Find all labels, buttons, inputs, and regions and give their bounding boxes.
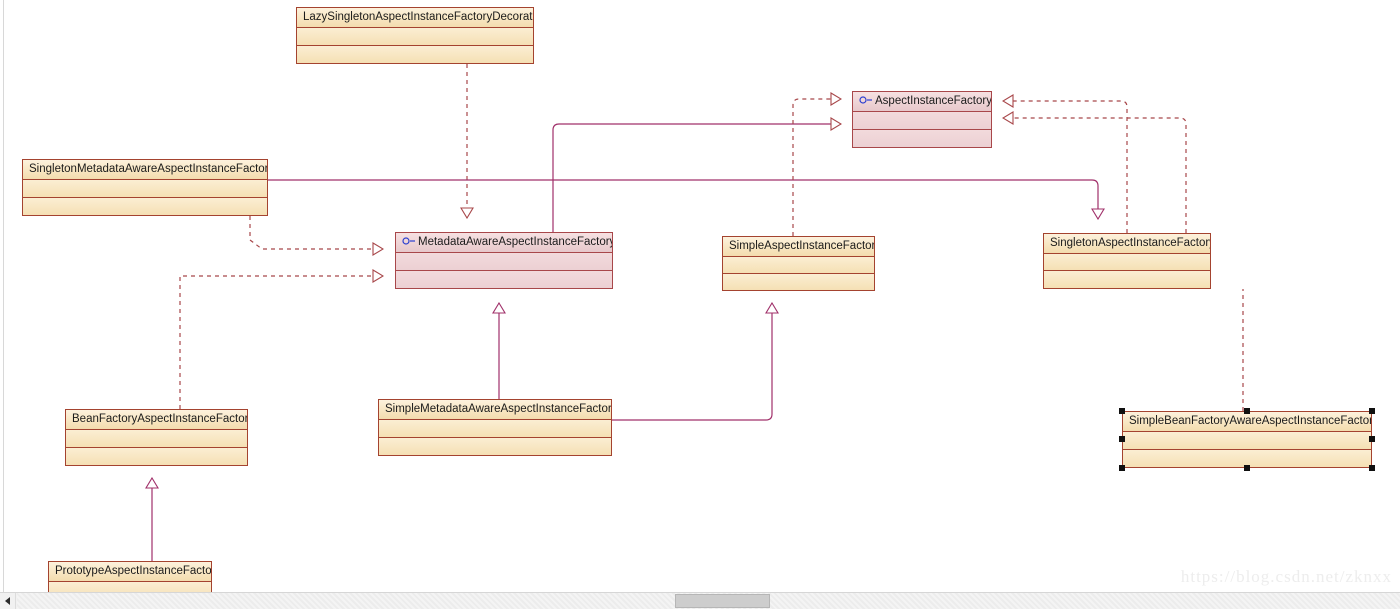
relationship-connector-layer — [0, 64, 1244, 561]
uml-diagram-editor: LazySingletonAspectInstanceFactoryDecora… — [0, 0, 1400, 609]
selection-handle-se[interactable] — [1369, 465, 1375, 471]
class-operations-compartment — [723, 274, 874, 290]
relation-singletonmeta-to-metadata — [249, 216, 383, 249]
class-attributes-compartment — [723, 257, 874, 274]
class-operations-compartment — [853, 130, 991, 147]
class-box-singleton-aspect-instance-factory[interactable]: SingletonAspectInstanceFactory — [1043, 233, 1211, 289]
class-attributes-compartment — [853, 112, 991, 130]
class-box-simple-metadata-aware-aspect-instance-factory[interactable]: SimpleMetadataAwareAspectInstanceFactory — [378, 399, 612, 456]
scroll-left-arrow-icon[interactable] — [0, 593, 16, 609]
selection-handle-w[interactable] — [1119, 436, 1125, 442]
watermark-text: https://blog.csdn.net/zknxx — [1180, 567, 1392, 586]
class-header: SimpleAspectInstanceFactory — [723, 237, 874, 257]
selection-handle-s[interactable] — [1244, 465, 1250, 471]
interface-icon — [402, 237, 415, 245]
class-name-label: AspectInstanceFactory — [875, 95, 991, 107]
class-header: PrototypeAspectInstanceFactory — [49, 562, 211, 582]
class-header: SingletonMetadataAwareAspectInstanceFact… — [23, 160, 267, 180]
class-operations-compartment — [66, 448, 247, 465]
relation-simplemeta-to-simpleaspect — [612, 303, 772, 421]
class-box-singleton-metadata-aware-aspect-instance-factory[interactable]: SingletonMetadataAwareAspectInstanceFact… — [22, 159, 268, 216]
class-header: SimpleBeanFactoryAwareAspectInstanceFact… — [1123, 412, 1371, 432]
class-header: MetadataAwareAspectInstanceFactory — [396, 233, 612, 253]
selection-handle-ne[interactable] — [1369, 408, 1375, 414]
class-name-label: SimpleMetadataAwareAspectInstanceFactory — [385, 403, 611, 415]
class-attributes-compartment — [1044, 254, 1210, 271]
class-box-lazy-singleton-aspect-instance-factory-decorator[interactable]: LazySingletonAspectInstanceFactoryDecora… — [296, 7, 534, 64]
class-operations-compartment — [396, 271, 612, 288]
class-operations-compartment — [297, 46, 533, 63]
interface-icon — [859, 96, 872, 104]
selection-handle-sw[interactable] — [1119, 465, 1125, 471]
class-box-bean-factory-aspect-instance-factory[interactable]: BeanFactoryAspectInstanceFactory — [65, 409, 248, 466]
class-operations-compartment — [23, 198, 267, 215]
relation-beanfactory-to-metadata — [179, 276, 383, 409]
class-box-simple-bean-factory-aware-aspect-instance-factory[interactable]: SimpleBeanFactoryAwareAspectInstanceFact… — [1122, 411, 1372, 468]
relation-singleton-to-aspect — [1003, 101, 1128, 233]
class-operations-compartment — [379, 438, 611, 455]
class-attributes-compartment — [396, 253, 612, 271]
class-attributes-compartment — [1123, 432, 1371, 450]
selection-handle-n[interactable] — [1244, 408, 1250, 414]
relation-simpleaspect-to-aspect — [792, 99, 841, 236]
relation-metadata-to-aspect — [552, 124, 841, 232]
class-name-label: SingletonAspectInstanceFactory — [1050, 237, 1210, 249]
horizontal-scrollbar[interactable] — [0, 592, 1400, 609]
class-attributes-compartment — [297, 28, 533, 46]
scrollbar-thumb[interactable] — [675, 594, 770, 608]
class-header: BeanFactoryAspectInstanceFactory — [66, 410, 247, 430]
class-header: SingletonAspectInstanceFactory — [1044, 234, 1210, 254]
class-box-aspect-instance-factory[interactable]: AspectInstanceFactory — [852, 91, 992, 148]
class-name-label: LazySingletonAspectInstanceFactoryDecora… — [303, 11, 533, 23]
class-attributes-compartment — [66, 430, 247, 448]
class-name-label: SimpleAspectInstanceFactory — [729, 240, 874, 252]
class-header: LazySingletonAspectInstanceFactoryDecora… — [297, 8, 533, 28]
class-attributes-compartment — [379, 420, 611, 438]
class-attributes-compartment — [23, 180, 267, 198]
class-header: AspectInstanceFactory — [853, 92, 991, 112]
class-name-label: BeanFactoryAspectInstanceFactory — [72, 413, 247, 425]
class-box-metadata-aware-aspect-instance-factory[interactable]: MetadataAwareAspectInstanceFactory — [395, 232, 613, 289]
class-name-label: MetadataAwareAspectInstanceFactory — [418, 236, 612, 248]
class-name-label: PrototypeAspectInstanceFactory — [55, 565, 211, 577]
class-name-label: SingletonMetadataAwareAspectInstanceFact… — [29, 163, 267, 175]
selection-handle-nw[interactable] — [1119, 408, 1125, 414]
class-header: SimpleMetadataAwareAspectInstanceFactory — [379, 400, 611, 420]
class-operations-compartment — [1044, 271, 1210, 288]
relation-singletonmeta-to-singleton — [268, 179, 1098, 219]
class-name-label: SimpleBeanFactoryAwareAspectInstanceFact… — [1129, 415, 1371, 427]
relation-simpleaspect-to-aspect-leg — [1003, 118, 1187, 233]
class-box-simple-aspect-instance-factory[interactable]: SimpleAspectInstanceFactory — [722, 236, 875, 291]
selection-handle-e[interactable] — [1369, 436, 1375, 442]
